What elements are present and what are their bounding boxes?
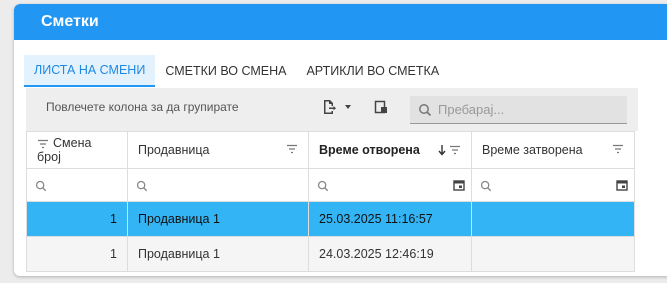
invoices-panel: Сметки ЛИСТА НА СМЕНИ СМЕТКИ ВО СМЕНА АР… xyxy=(14,4,667,276)
search-icon xyxy=(480,180,492,191)
sort-descending-icon xyxy=(438,145,446,156)
column-label: Време затворена xyxy=(482,143,583,157)
search-icon xyxy=(317,180,329,191)
cell-opened-time: 24.03.2025 12:46:19 xyxy=(308,236,472,272)
column-chooser-button[interactable] xyxy=(374,99,388,115)
tab-shift-list[interactable]: ЛИСТА НА СМЕНИ xyxy=(24,55,156,87)
page-title: Сметки xyxy=(41,13,99,30)
cell-store: Продавница 1 xyxy=(127,201,309,237)
filter-icon[interactable] xyxy=(286,144,298,154)
cell-closed-time xyxy=(471,236,635,272)
header-row: Смена број Продавница Време отворена Вре… xyxy=(26,131,635,169)
column-chooser-icon xyxy=(374,100,387,114)
column-header-closed-time[interactable]: Време затворена xyxy=(471,131,635,169)
export-button[interactable] xyxy=(322,99,354,115)
cell-shift-number: 1 xyxy=(26,236,128,272)
search-icon xyxy=(419,103,432,116)
table-row[interactable]: 1 Продавница 1 24.03.2025 12:46:19 xyxy=(26,236,635,272)
tab-items-in-invoice[interactable]: АРТИКЛИ ВО СМЕТКА xyxy=(296,55,449,87)
cell-closed-time xyxy=(471,201,635,237)
group-panel-hint: Повлечете колона за да групирате xyxy=(46,100,239,114)
filter-cell-closed-time[interactable] xyxy=(471,168,635,202)
calendar-icon[interactable] xyxy=(453,179,465,191)
filter-row xyxy=(26,168,635,202)
calendar-icon[interactable] xyxy=(616,179,628,191)
search-input[interactable] xyxy=(438,102,618,117)
table-row[interactable]: 1 Продавница 1 25.03.2025 11:16:57 xyxy=(26,201,635,237)
grid-toolbar: Повлечете колона за да групирате xyxy=(26,88,638,131)
filter-icon[interactable] xyxy=(449,145,461,155)
column-label: Продавница xyxy=(138,143,210,157)
panel-header: Сметки xyxy=(14,4,667,40)
cell-shift-number: 1 xyxy=(26,201,128,237)
column-header-opened-time[interactable]: Време отворена xyxy=(308,131,472,169)
filter-icon[interactable] xyxy=(37,139,49,149)
column-header-store[interactable]: Продавница xyxy=(127,131,309,169)
search-box[interactable] xyxy=(410,96,627,124)
tab-invoices-in-shift[interactable]: СМЕТКИ ВО СМЕНА xyxy=(155,55,296,87)
filter-icon[interactable] xyxy=(612,144,624,154)
cell-store: Продавница 1 xyxy=(127,236,309,272)
export-icon xyxy=(324,100,336,114)
chevron-down-icon xyxy=(345,105,351,109)
cell-opened-time: 25.03.2025 11:16:57 xyxy=(308,201,472,237)
column-label: Време отворена xyxy=(319,143,420,157)
filter-cell-opened-time[interactable] xyxy=(308,168,472,202)
tab-bar: ЛИСТА НА СМЕНИ СМЕТКИ ВО СМЕНА АРТИКЛИ В… xyxy=(24,55,449,87)
filter-cell-store[interactable] xyxy=(127,168,309,202)
column-header-shift-number[interactable]: Смена број xyxy=(26,131,128,169)
filter-cell-shift-number[interactable] xyxy=(26,168,128,202)
search-icon xyxy=(136,180,148,191)
search-icon xyxy=(35,180,47,191)
shifts-grid: Смена број Продавница Време отворена Вре… xyxy=(26,131,635,272)
